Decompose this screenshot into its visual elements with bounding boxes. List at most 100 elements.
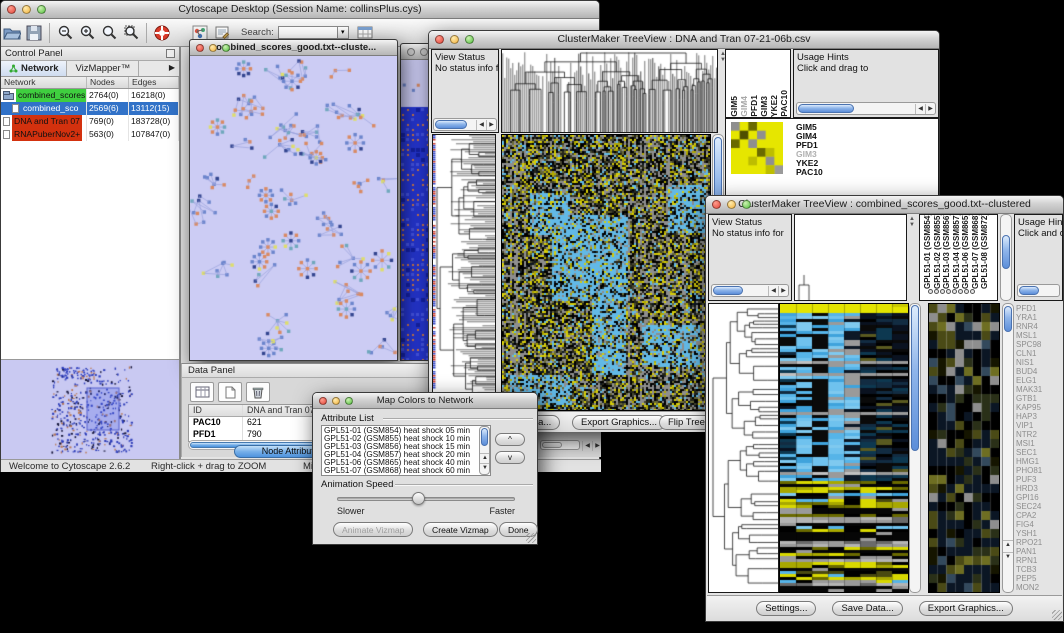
- tv2-submatrix-panel[interactable]: [928, 303, 1000, 593]
- tv2-gene-label[interactable]: CPA2: [1016, 511, 1063, 520]
- minimize-icon[interactable]: [727, 200, 736, 209]
- tv2-gene-label[interactable]: MON2: [1016, 583, 1063, 592]
- open-session-button[interactable]: [1, 22, 23, 44]
- tv1-usage-scrollbar[interactable]: ◀▶: [796, 102, 936, 115]
- minimize-icon[interactable]: [420, 48, 428, 56]
- attribute-table-icon[interactable]: [190, 382, 214, 402]
- treeview1-title-bar[interactable]: ClusterMaker TreeView : DNA and Tran 07-…: [429, 31, 939, 49]
- delete-attribute-trash-icon[interactable]: [246, 382, 270, 402]
- tv2-gene-label[interactable]: PFD1: [1016, 304, 1063, 313]
- tv2-gene-label[interactable]: YSH1: [1016, 529, 1063, 538]
- tv2-gene-label[interactable]: PEP5: [1016, 574, 1063, 583]
- treeview2-title-bar[interactable]: ClusterMaker TreeView : combined_scores_…: [706, 196, 1063, 214]
- tv2-gene-label[interactable]: SEC1: [1016, 448, 1063, 457]
- network-row[interactable]: RNAPuberNov2+ 563(0) 107847(0): [1, 128, 179, 141]
- network-row[interactable]: combined_sco 2569(6) 13112(15): [1, 102, 179, 115]
- zoom-window-icon[interactable]: [37, 5, 46, 14]
- tv2-gene-label[interactable]: PAN1: [1016, 547, 1063, 556]
- tv1-column-label[interactable]: GIM4: [739, 96, 749, 117]
- tv2-gene-label[interactable]: VIP1: [1016, 421, 1063, 430]
- minimize-icon[interactable]: [209, 44, 217, 52]
- zoom-window-icon[interactable]: [345, 397, 353, 405]
- tv2-column-label[interactable]: GPL51-08 (GSM872): [980, 214, 990, 289]
- close-icon[interactable]: [319, 397, 327, 405]
- close-icon[interactable]: [407, 48, 415, 56]
- new-attribute-icon[interactable]: [218, 382, 242, 402]
- tv2-usage-scrollbar[interactable]: [1017, 284, 1060, 297]
- tv2-heatmap-vscrollbar[interactable]: [909, 303, 921, 593]
- data-panel-hscrollbar-2[interactable]: [540, 440, 580, 450]
- tv2-gene-label[interactable]: BUD4: [1016, 367, 1063, 376]
- tv2-gene-label[interactable]: MSI1: [1016, 439, 1063, 448]
- tv2-action-button[interactable]: Export Graphics...: [919, 601, 1013, 616]
- tv1-action-button[interactable]: Export Graphics...: [572, 415, 666, 430]
- tv2-status-scrollbar[interactable]: ◀▶: [711, 284, 789, 297]
- tv2-action-button[interactable]: Settings...: [756, 601, 816, 616]
- zoom-selected-icon[interactable]: [120, 22, 142, 44]
- tv2-heatmap[interactable]: [779, 303, 909, 593]
- animation-speed-slider[interactable]: [337, 497, 515, 501]
- zoom-fit-icon[interactable]: [98, 22, 120, 44]
- float-panel-icon[interactable]: [166, 49, 175, 58]
- zoom-in-icon[interactable]: [76, 22, 98, 44]
- tv2-gene-vscrollbar[interactable]: ▲ ▼: [1002, 303, 1014, 593]
- tv2-gene-label[interactable]: HMG1: [1016, 457, 1063, 466]
- tv2-gene-label[interactable]: KAP95: [1016, 403, 1063, 412]
- tv2-gene-label[interactable]: SPC98: [1016, 340, 1063, 349]
- tv2-gene-label[interactable]: HAP3: [1016, 412, 1063, 421]
- birdseye-canvas[interactable]: [1, 360, 179, 459]
- help-lifesaver-icon[interactable]: [151, 22, 173, 44]
- tv1-column-label[interactable]: PAC10: [779, 90, 789, 117]
- minimize-icon[interactable]: [332, 397, 340, 405]
- tv1-submatrix-canvas[interactable]: [731, 122, 783, 174]
- map-dialog-title-bar[interactable]: Map Colors to Network: [313, 393, 537, 409]
- network-row[interactable]: combined_scores 2764(0) 16218(0): [1, 89, 179, 102]
- create-vizmap-button[interactable]: Create Vizmap: [423, 522, 498, 537]
- zoom-window-icon[interactable]: [465, 35, 474, 44]
- close-icon[interactable]: [196, 44, 204, 52]
- move-up-button[interactable]: ^: [495, 433, 525, 446]
- attribute-list[interactable]: GPL51-01 (GSM854) heat shock 05 minGPL51…: [321, 425, 491, 476]
- tab-overflow-icon[interactable]: ▶: [165, 61, 179, 76]
- tv2-gene-label[interactable]: GPI16: [1016, 493, 1063, 502]
- zoom-window-icon[interactable]: [222, 44, 230, 52]
- tab-network[interactable]: Network: [1, 61, 67, 76]
- tv2-gene-label[interactable]: MSL1: [1016, 331, 1063, 340]
- move-down-button[interactable]: v: [495, 451, 525, 464]
- tv2-gene-label[interactable]: RPO21: [1016, 538, 1063, 547]
- resize-grip[interactable]: [526, 533, 536, 543]
- tv1-status-scrollbar[interactable]: ◀▶: [433, 118, 497, 131]
- tv2-gene-label[interactable]: RNR4: [1016, 322, 1063, 331]
- tv2-column-dendrogram[interactable]: [794, 214, 907, 301]
- tv2-column-label[interactable]: GPL51-04 (GSM857): [952, 214, 962, 289]
- main-title-bar[interactable]: Cytoscape Desktop (Session Name: collins…: [1, 1, 599, 19]
- tv2-column-label[interactable]: GPL51-07 (GSM868): [971, 214, 981, 289]
- tv1-column-label[interactable]: PFD1: [749, 95, 759, 117]
- tv2-gene-label[interactable]: YRA1: [1016, 313, 1063, 322]
- tv1-column-label[interactable]: GIM3: [759, 96, 769, 117]
- save-session-button[interactable]: [23, 22, 45, 44]
- tv2-scroll-arrows[interactable]: ▲▼: [909, 216, 915, 228]
- network-row[interactable]: DNA and Tran 07 769(0) 183728(0): [1, 115, 179, 128]
- close-icon[interactable]: [712, 200, 721, 209]
- tv2-gene-label[interactable]: PUF3: [1016, 475, 1063, 484]
- attribute-list-item[interactable]: GPL51-07 (GSM868) heat shock 60 min: [324, 467, 490, 475]
- tv1-column-label[interactable]: YKE2: [769, 95, 779, 117]
- tv2-gene-label[interactable]: MAK31: [1016, 385, 1063, 394]
- tv1-heatmap[interactable]: [501, 134, 711, 411]
- tv2-action-button[interactable]: Save Data...: [832, 601, 902, 616]
- tv1-column-label[interactable]: GIM5: [729, 96, 739, 117]
- tv1-gene-label[interactable]: PAC10: [796, 168, 823, 177]
- tv2-gene-label[interactable]: CLN1: [1016, 349, 1063, 358]
- tab-vizmapper[interactable]: VizMapper™: [67, 61, 139, 76]
- tv2-gene-label[interactable]: SEC24: [1016, 502, 1063, 511]
- zoom-out-icon[interactable]: [54, 22, 76, 44]
- tv2-column-label[interactable]: GPL51-06 (GSM865): [961, 214, 971, 289]
- tv2-gene-label[interactable]: RPN1: [1016, 556, 1063, 565]
- tv1-column-dendrogram[interactable]: [501, 49, 718, 133]
- birdseye-panel[interactable]: [1, 359, 179, 459]
- close-icon[interactable]: [435, 35, 444, 44]
- network-canvas[interactable]: [190, 56, 397, 360]
- tv2-column-label[interactable]: GPL51-01 (GSM854): [923, 214, 933, 289]
- tv2-gene-label[interactable]: NIS1: [1016, 358, 1063, 367]
